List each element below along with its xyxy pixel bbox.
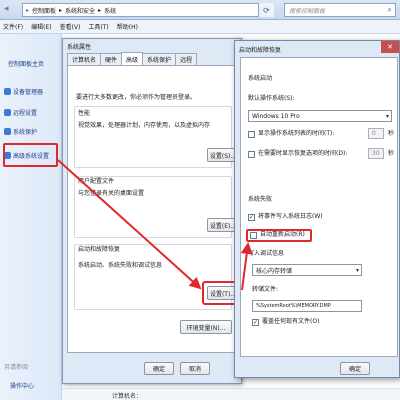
- spin-value: 30: [372, 150, 380, 157]
- startup-recovery-desc: 系统启动、系统失败和调试信息: [78, 262, 163, 269]
- selected-os: Windows 10 Pro: [252, 112, 300, 120]
- show-recovery-label: 在需要时显示恢复选项的时间(D):: [258, 150, 348, 157]
- breadcrumb-separator-icon: ▸: [98, 6, 102, 14]
- selected-dump-type: 核心内存转储: [256, 267, 293, 275]
- startup-recovery-dialog: 启动和故障恢复 ✕: [234, 40, 400, 378]
- breadcrumb-root-icon: ▸: [26, 6, 30, 14]
- menu-file[interactable]: 文件(F): [3, 22, 23, 31]
- seconds-unit: 秒: [388, 130, 395, 137]
- status-strip: 计算机名：: [62, 388, 400, 400]
- link-label: 设备管理器: [13, 89, 44, 96]
- remote-settings-link[interactable]: 远程设置: [4, 108, 37, 117]
- breadcrumb-item[interactable]: 控制面板: [32, 6, 56, 15]
- environment-variables-button[interactable]: 环境变量(N)...: [180, 320, 232, 334]
- tab-advanced[interactable]: 高级: [121, 52, 144, 65]
- dump-file-input[interactable]: %SystemRoot%\MEMORY.DMP: [252, 300, 362, 312]
- search-input[interactable]: 搜索控制面板 ⌕: [284, 3, 396, 17]
- spin-value: 0: [372, 130, 376, 137]
- breadcrumb-item[interactable]: 系统: [104, 6, 116, 15]
- dialog-title: 系统属性: [67, 44, 92, 51]
- computer-name-label: 计算机名：: [112, 393, 143, 400]
- menu-tools[interactable]: 工具(T): [88, 22, 108, 31]
- overwrite-label: 覆盖任何现有文件(O): [262, 318, 320, 325]
- dump-file-label: 转储文件:: [252, 286, 279, 293]
- system-failure-heading: 系统失败: [248, 196, 273, 203]
- profiles-label: 用户配置文件: [78, 178, 115, 185]
- shield-icon: [4, 88, 11, 95]
- startup-recovery-label: 启动和故障恢复: [78, 246, 121, 253]
- refresh-button[interactable]: ⟳: [258, 3, 274, 17]
- action-center-link[interactable]: 操作中心: [10, 381, 34, 390]
- menu-help[interactable]: 帮助(H): [117, 22, 138, 31]
- annotation-highlight: [3, 143, 58, 167]
- show-os-list-seconds[interactable]: 0: [368, 128, 384, 139]
- menu-view[interactable]: 查看(V): [60, 22, 81, 31]
- show-recovery-seconds[interactable]: 30: [368, 148, 384, 159]
- breadcrumb[interactable]: ▸ 控制面板 ▸ 系统和安全 ▸ 系统: [22, 3, 274, 17]
- annotation-highlight: [246, 229, 312, 242]
- menu-edit[interactable]: 编辑(E): [31, 22, 51, 31]
- show-os-list-label: 显示操作系统列表的时间(T):: [258, 130, 335, 137]
- performance-desc: 视觉效果，处理器计划，内存使用，以及虚拟内存: [78, 122, 211, 129]
- write-event-label: 将事件写入系统日志(W): [258, 213, 323, 220]
- refresh-icon: ⟳: [263, 5, 270, 15]
- tab-remote[interactable]: 远程: [175, 53, 198, 65]
- system-protection-link[interactable]: 系统保护: [4, 127, 37, 136]
- close-icon: ✕: [387, 43, 393, 51]
- debug-info-label: 写入调试信息: [248, 250, 285, 257]
- search-placeholder: 搜索控制面板: [289, 7, 326, 15]
- see-also-heading: 另请参阅: [4, 364, 29, 371]
- control-panel-home-link[interactable]: 控制面板主页: [8, 59, 44, 68]
- default-os-label: 默认操作系统(S):: [248, 95, 295, 102]
- admin-note: 要进行大多数更改，你必须作为管理员登录。: [76, 94, 197, 101]
- ok-button[interactable]: 确定: [144, 362, 174, 375]
- close-button[interactable]: ✕: [381, 41, 399, 53]
- overwrite-checkbox[interactable]: ✓: [252, 319, 259, 326]
- chevron-down-icon: ▾: [355, 266, 359, 274]
- search-icon[interactable]: ⌕: [388, 5, 392, 15]
- system-startup-heading: 系统启动: [248, 75, 273, 82]
- dump-file-value: %SystemRoot%\MEMORY.DMP: [256, 303, 331, 309]
- chevron-down-icon: ▾: [385, 112, 389, 120]
- seconds-unit: 秒: [388, 150, 395, 157]
- dump-type-select[interactable]: 核心内存转储 ▾: [252, 264, 362, 276]
- show-os-list-checkbox[interactable]: [248, 131, 255, 138]
- address-bar: ◂ ▸ 控制面板 ▸ 系统和安全 ▸ 系统 ⟳ 搜索控制面板 ⌕: [0, 0, 400, 20]
- tab-hardware[interactable]: 硬件: [100, 53, 123, 65]
- performance-label: 性能: [78, 110, 91, 117]
- shield-icon: [4, 109, 11, 116]
- ok-button[interactable]: 确定: [340, 362, 370, 375]
- tab-system-protection[interactable]: 系统保护: [142, 53, 177, 65]
- breadcrumb-separator-icon: ▸: [59, 6, 63, 14]
- device-manager-link[interactable]: 设备管理器: [4, 87, 43, 96]
- link-label: 系统保护: [13, 129, 38, 136]
- breadcrumb-item[interactable]: 系统和安全: [65, 6, 95, 15]
- shield-icon: [4, 128, 11, 135]
- left-navigation-pane: 控制面板主页 设备管理器 远程设置 系统保护 高级系统设置 另请参阅 操作中心: [0, 34, 62, 400]
- default-os-select[interactable]: Windows 10 Pro ▾: [248, 110, 392, 122]
- write-event-checkbox[interactable]: ✓: [248, 214, 255, 221]
- cancel-button[interactable]: 取消: [180, 362, 210, 375]
- link-label: 远程设置: [13, 110, 38, 117]
- show-recovery-checkbox[interactable]: [248, 151, 255, 158]
- dialog-title: 启动和故障恢复: [239, 47, 282, 54]
- back-arrow-icon[interactable]: ◂: [4, 4, 9, 14]
- menu-bar: 文件(F) 编辑(E) 查看(V) 工具(T) 帮助(H): [0, 20, 400, 34]
- profiles-desc: 与您登录有关的桌面设置: [78, 190, 145, 197]
- tab-computer-name[interactable]: 计算机名: [67, 53, 102, 65]
